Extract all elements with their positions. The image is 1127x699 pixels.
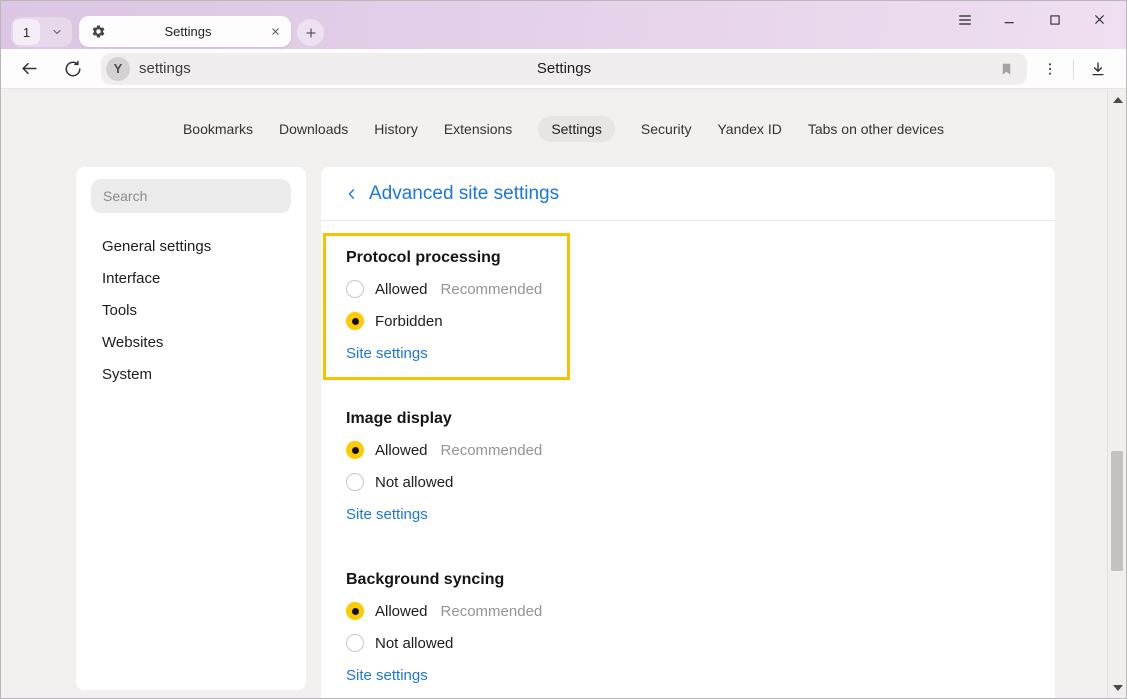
nav-tab-downloads[interactable]: Downloads [279, 116, 348, 142]
section-image-display: Image display Allowed Recommended Not al… [346, 410, 1030, 524]
gear-icon [91, 24, 106, 39]
nav-tab-security[interactable]: Security [641, 116, 692, 142]
option-label: Allowed [375, 603, 428, 620]
option-label: Not allowed [375, 474, 453, 491]
radio-selected[interactable] [346, 602, 364, 620]
search-input[interactable] [91, 179, 291, 213]
close-icon [1092, 12, 1107, 27]
option-row-allowed[interactable]: Allowed Recommended [346, 595, 1030, 627]
sidebar-item-system[interactable]: System [91, 358, 291, 390]
chevron-left-icon [345, 187, 359, 201]
nav-tab-bookmarks[interactable]: Bookmarks [183, 116, 253, 142]
content-area: General settings Interface Tools Website… [76, 167, 1126, 699]
tab-counter-group: 1 [11, 17, 72, 47]
maximize-button[interactable] [1046, 11, 1063, 28]
minimize-icon [1002, 12, 1017, 27]
site-settings-link[interactable]: Site settings [346, 345, 428, 362]
radio-unselected[interactable] [346, 473, 364, 491]
sidebar-item-websites[interactable]: Websites [91, 326, 291, 358]
option-note: Recommended [441, 442, 543, 459]
radio-unselected[interactable] [346, 280, 364, 298]
downloads-button[interactable] [1084, 55, 1112, 83]
nav-tab-yandex-id[interactable]: Yandex ID [717, 116, 781, 142]
plus-icon [304, 26, 318, 40]
option-label: Not allowed [375, 635, 453, 652]
refresh-icon [64, 60, 82, 78]
new-tab-button[interactable] [297, 19, 324, 46]
option-note: Recommended [441, 603, 543, 620]
address-bar[interactable]: Y settings Settings [101, 53, 1027, 85]
nav-tab-other-devices[interactable]: Tabs on other devices [808, 116, 944, 142]
section-protocol-processing: Protocol processing Allowed Recommended … [346, 249, 550, 363]
site-badge-icon[interactable]: Y [106, 57, 130, 81]
option-label: Forbidden [375, 313, 443, 330]
option-label: Allowed [375, 442, 428, 459]
tab-close-icon[interactable] [270, 26, 281, 37]
main-panel: Advanced site settings Protocol processi… [321, 167, 1055, 699]
more-actions-button[interactable] [1037, 56, 1063, 82]
main-body: Protocol processing Allowed Recommended … [321, 221, 1055, 685]
close-window-button[interactable] [1091, 11, 1108, 28]
radio-selected[interactable] [346, 441, 364, 459]
address-bar-page-title: Settings [101, 60, 1027, 77]
back-button[interactable] [13, 53, 45, 85]
radio-unselected[interactable] [346, 634, 364, 652]
kebab-icon [1042, 61, 1058, 77]
section-title: Protocol processing [346, 249, 550, 267]
vertical-scrollbar[interactable] [1107, 89, 1126, 698]
download-icon [1089, 60, 1107, 78]
minimize-button[interactable] [1001, 11, 1018, 28]
active-tab-settings[interactable]: Settings [79, 16, 291, 47]
page-title[interactable]: Advanced site settings [369, 183, 559, 205]
scrollbar-thumb[interactable] [1111, 451, 1123, 571]
settings-sidebar: General settings Interface Tools Website… [76, 167, 306, 690]
settings-nav-tabs: Bookmarks Downloads History Extensions S… [1, 89, 1126, 142]
scroll-down-icon[interactable] [1113, 685, 1123, 691]
sidebar-item-interface[interactable]: Interface [91, 262, 291, 294]
option-row-not-allowed[interactable]: Not allowed [346, 466, 1030, 498]
tab-title: Settings [106, 24, 270, 39]
highlight-box-protocol-processing: Protocol processing Allowed Recommended … [323, 233, 570, 380]
chevron-down-icon [51, 26, 63, 38]
section-background-syncing: Background syncing Allowed Recommended N… [346, 571, 1030, 685]
sidebar-item-general-settings[interactable]: General settings [91, 230, 291, 262]
nav-tab-settings[interactable]: Settings [538, 116, 615, 142]
section-title: Image display [346, 410, 1030, 428]
advanced-settings-header[interactable]: Advanced site settings [321, 167, 1055, 221]
tab-bar: 1 Settings [1, 1, 1126, 49]
hamburger-icon [957, 12, 973, 28]
back-arrow-icon [20, 59, 39, 78]
nav-tab-history[interactable]: History [374, 116, 418, 142]
nav-tab-extensions[interactable]: Extensions [444, 116, 512, 142]
option-row-allowed[interactable]: Allowed Recommended [346, 434, 1030, 466]
radio-selected[interactable] [346, 312, 364, 330]
tab-counter-button[interactable]: 1 [12, 18, 41, 46]
maximize-icon [1048, 13, 1062, 27]
sidebar-menu: General settings Interface Tools Website… [91, 230, 291, 390]
site-settings-link[interactable]: Site settings [346, 506, 428, 523]
sidebar-item-tools[interactable]: Tools [91, 294, 291, 326]
site-settings-link[interactable]: Site settings [346, 667, 428, 684]
option-label: Allowed [375, 281, 428, 298]
option-row-forbidden[interactable]: Forbidden [346, 305, 550, 337]
browser-window: 1 Settings [0, 0, 1127, 699]
bookmark-flag-icon [999, 61, 1014, 77]
browser-toolbar: Y settings Settings [1, 49, 1126, 89]
option-row-not-allowed[interactable]: Not allowed [346, 627, 1030, 659]
scroll-up-icon[interactable] [1113, 97, 1123, 103]
refresh-button[interactable] [57, 53, 89, 85]
option-row-allowed[interactable]: Allowed Recommended [346, 273, 550, 305]
toolbar-divider [1073, 59, 1074, 79]
option-note: Recommended [441, 281, 543, 298]
url-text: settings [139, 60, 191, 77]
window-controls [956, 11, 1108, 28]
bookmark-button[interactable] [993, 56, 1019, 82]
tab-list-chevron-button[interactable] [42, 17, 72, 47]
settings-page: Bookmarks Downloads History Extensions S… [1, 89, 1126, 698]
menu-button[interactable] [956, 11, 973, 28]
section-title: Background syncing [346, 571, 1030, 589]
